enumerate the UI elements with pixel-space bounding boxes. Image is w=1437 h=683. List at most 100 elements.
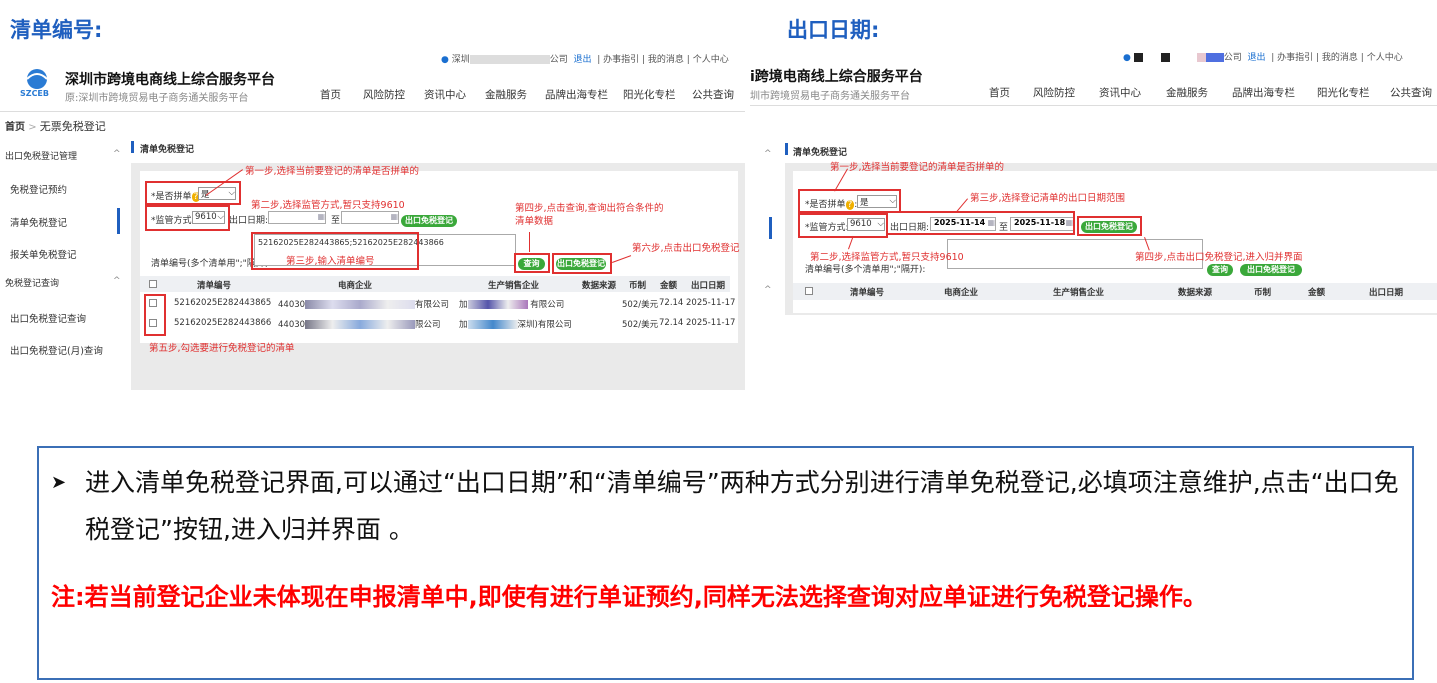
annotation-step4: 第四步,点击出口免税登记,进入归并界面 xyxy=(1135,252,1303,263)
annotation-step6: 第六步,点击出口免税登记 xyxy=(632,243,740,254)
logout-link[interactable]: 退出 xyxy=(1247,53,1265,63)
info-note: 注:若当前登记企业未体现在申报清单中,即使有进行单证预约,同样无法选择查询对应单… xyxy=(51,583,1207,611)
annotation-step1: 第一步,选择当前要登记的清单是否拼单的 xyxy=(245,166,420,177)
site-subtitle: 圳市跨境贸易电子商务通关服务平台 xyxy=(750,91,910,102)
nav-finance[interactable]: 金融服务 xyxy=(485,87,527,102)
select-all-checkbox[interactable] xyxy=(149,280,157,288)
breadcrumb-sep: > xyxy=(28,122,37,133)
row-amount: 72.14 xyxy=(659,318,684,328)
heading-export-date: 出口日期: xyxy=(787,18,880,42)
row-currency: 502/美元 xyxy=(622,320,659,330)
chevron-up-icon[interactable]: ^ xyxy=(764,149,772,159)
chevron-up-icon[interactable]: ^ xyxy=(113,149,121,159)
nav-risk[interactable]: 风险防控 xyxy=(1033,85,1075,100)
annotation-box-register xyxy=(1077,216,1142,236)
chevron-up-icon[interactable]: ^ xyxy=(113,276,121,286)
nav-public-query[interactable]: 公共查询 xyxy=(1390,85,1432,100)
messages-link[interactable]: 我的消息 xyxy=(648,55,684,65)
nav-news[interactable]: 资讯中心 xyxy=(424,87,466,102)
sidebar-item-query[interactable]: 出口免税登记查询 xyxy=(10,311,86,325)
user-icon: ● xyxy=(1123,53,1131,63)
info-paragraph: ➤ 进入清单免税登记界面,可以通过“出口日期”和“清单编号”两种方式分别进行清单… xyxy=(51,459,1401,553)
chevron-up-icon[interactable]: ^ xyxy=(764,285,772,295)
nav-news[interactable]: 资讯中心 xyxy=(1099,85,1141,100)
row-id: 52162025E282443865 xyxy=(174,298,272,308)
sidebar-item-list-register[interactable]: 清单免税登记 xyxy=(10,215,67,229)
col-source: 数据来源 xyxy=(1178,288,1213,298)
annotation-box-mode xyxy=(798,213,888,238)
nav-public-query[interactable]: 公共查询 xyxy=(692,87,734,102)
table-row[interactable]: 52162025E282443866 44030 限公司 加深圳)有限公司 502… xyxy=(140,316,735,334)
row-ecom: 44030 有限公司 xyxy=(278,300,450,310)
annotation-step3: 第三步,选择登记清单的出口日期范围 xyxy=(970,193,1126,204)
redacted-company xyxy=(1133,53,1224,62)
heading-list-number: 清单编号: xyxy=(10,18,103,42)
annotation-step5: 第五步,勾选要进行免税登记的清单 xyxy=(149,343,295,354)
col-date: 出口日期 xyxy=(691,281,726,291)
annotation-step4: 第四步,点击查询,查询出符合条件的清单数据 xyxy=(515,203,664,227)
annotation-box-date xyxy=(886,211,1075,235)
col-currency: 币制 xyxy=(1254,288,1272,298)
select-all-checkbox[interactable] xyxy=(805,287,813,295)
row-currency: 502/美元 xyxy=(622,300,659,310)
col-list-number: 清单编号 xyxy=(197,281,232,291)
arrow-bullet-icon: ➤ xyxy=(51,472,67,493)
divider xyxy=(750,105,1437,106)
nav-brand[interactable]: 品牌出海专栏 xyxy=(1232,85,1295,100)
row-amount: 72.14 xyxy=(659,298,684,308)
sidebar-item-month-query[interactable]: 出口免税登记(月)查询 xyxy=(10,343,103,357)
annotation-box-query xyxy=(514,253,550,273)
annotation-box-merge xyxy=(145,181,241,205)
col-ecom: 电商企业 xyxy=(338,281,373,291)
personal-center-link[interactable]: 个人中心 xyxy=(1367,53,1403,63)
col-amount: 金额 xyxy=(1308,288,1326,298)
calendar-icon: ▦ xyxy=(317,212,325,221)
table-row[interactable]: 52162025E282443865 44030 有限公司 加 有限公司 502/… xyxy=(140,296,735,314)
col-list-number: 清单编号 xyxy=(850,288,885,298)
annotation-step2: 第二步,选择监管方式,暂只支持9610 xyxy=(810,252,964,263)
info-text: 进入清单免税登记界面,可以通过“出口日期”和“清单编号”两种方式分别进行清单免税… xyxy=(85,468,1399,544)
col-producer: 生产销售企业 xyxy=(488,281,540,291)
register-button-top[interactable]: 出口免税登记 xyxy=(401,215,457,227)
nav-home[interactable]: 首页 xyxy=(989,85,1010,100)
sidebar-item-reservation[interactable]: 免税登记预约 xyxy=(10,182,67,196)
nav-home[interactable]: 首页 xyxy=(320,87,341,102)
calendar-icon: ▦ xyxy=(390,212,398,221)
date-to-label: 至 xyxy=(331,216,341,226)
annotation-box-mode xyxy=(145,205,230,231)
col-producer: 生产销售企业 xyxy=(1053,288,1105,298)
nav-brand[interactable]: 品牌出海专栏 xyxy=(545,87,608,102)
row-ecom: 44030 限公司 xyxy=(278,320,441,330)
active-indicator xyxy=(117,208,120,234)
breadcrumb-home[interactable]: 首页 xyxy=(5,122,25,133)
nav-risk[interactable]: 风险防控 xyxy=(363,87,405,102)
svg-text:SZCEB: SZCEB xyxy=(20,89,49,97)
section-marker xyxy=(785,143,788,155)
date-to-input[interactable]: ▦ xyxy=(341,211,399,224)
guide-link[interactable]: 办事指引 xyxy=(603,55,639,65)
col-currency: 币制 xyxy=(629,281,647,291)
section-marker xyxy=(131,141,134,153)
guide-link[interactable]: 办事指引 xyxy=(1277,53,1313,63)
messages-link[interactable]: 我的消息 xyxy=(1322,53,1358,63)
nav-sunshine[interactable]: 阳光化专栏 xyxy=(1317,85,1370,100)
company-name-suffix: 公司 xyxy=(549,55,568,65)
redacted-company xyxy=(469,55,550,64)
list-label: 清单编号(多个清单用";"隔开): xyxy=(805,265,926,275)
sidebar-item-declaration-register[interactable]: 报关单免税登记 xyxy=(10,247,77,261)
breadcrumb-current: 无票免税登记 xyxy=(39,120,106,133)
logout-link[interactable]: 退出 xyxy=(574,55,592,65)
nav-finance[interactable]: 金融服务 xyxy=(1166,85,1208,100)
query-button[interactable]: 查询 xyxy=(1207,264,1233,276)
nav-sunshine[interactable]: 阳光化专栏 xyxy=(623,87,676,102)
date-label: 出口日期: xyxy=(229,216,269,226)
section-title: 清单免税登记 xyxy=(793,148,848,158)
date-from-input[interactable]: ▦ xyxy=(268,211,326,224)
register-button[interactable]: 出口免税登记 xyxy=(1240,264,1302,276)
personal-center-link[interactable]: 个人中心 xyxy=(693,55,729,65)
row-id: 52162025E282443866 xyxy=(174,318,272,328)
info-box: ➤ 进入清单免税登记界面,可以通过“出口日期”和“清单编号”两种方式分别进行清单… xyxy=(37,446,1414,680)
section-title: 清单免税登记 xyxy=(140,145,195,155)
sidebar-group-query[interactable]: 免税登记查询 xyxy=(5,276,59,289)
sidebar-group-manage[interactable]: 出口免税登记管理 xyxy=(5,149,77,162)
